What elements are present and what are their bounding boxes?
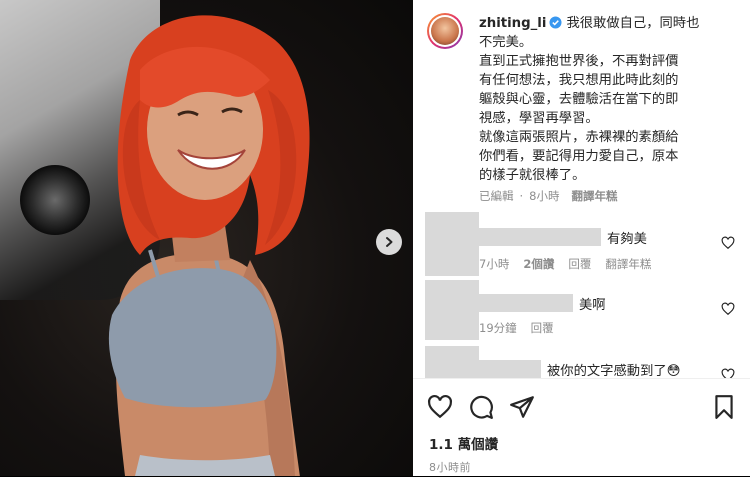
comment-translate-link[interactable]: 翻譯年糕: [605, 257, 651, 271]
next-photo-button[interactable]: [376, 229, 402, 255]
instagram-post-window: zhiting_li 我很敢做自己，同時也 不完美。 直到正式擁抱世界後，不再對評…: [0, 0, 750, 476]
post-caption: zhiting_li 我很敢做自己，同時也 不完美。 直到正式擁抱世界後，不再對評…: [479, 14, 737, 185]
heart-icon[interactable]: [427, 394, 453, 420]
comment-text: 美啊: [579, 298, 606, 313]
author-avatar[interactable]: [427, 13, 463, 49]
chevron-right-icon: [386, 237, 393, 247]
posted-time: 8小時前: [429, 461, 471, 474]
comment-avatar-redacted[interactable]: [425, 346, 479, 378]
comment-time: 7小時: [479, 257, 510, 271]
comment-time: 19分鐘: [479, 321, 517, 335]
comment-username-redacted[interactable]: [479, 294, 573, 312]
caption-text: 我很敢做自己，同時也 不完美。 直到正式擁抱世界後，不再對評價 有任何想法，我只…: [479, 16, 700, 183]
comment-icon[interactable]: [468, 394, 494, 420]
woman-portrait: [108, 15, 310, 476]
post-photo: [0, 0, 413, 476]
comment-likes[interactable]: 2個讚: [523, 257, 554, 271]
comment-meta: 7小時 2個讚 回覆 翻譯年糕: [479, 256, 665, 272]
comment-meta: 19分鐘 回覆: [479, 320, 568, 336]
comment-avatar-redacted[interactable]: [425, 280, 479, 340]
share-icon[interactable]: [509, 394, 535, 420]
bookmark-icon[interactable]: [711, 394, 737, 420]
likes-count[interactable]: 1.1 萬個讚: [429, 433, 498, 453]
comment-text: 有夠美: [607, 232, 647, 247]
comment-text: 被你的文字感動到了😳: [547, 364, 681, 378]
post-details-panel: zhiting_li 我很敢做自己，同時也 不完美。 直到正式擁抱世界後，不再對評…: [413, 0, 750, 476]
comment-like-icon[interactable]: [721, 302, 735, 316]
comment-reply-button[interactable]: 回覆: [531, 321, 554, 335]
post-action-bar: 1.1 萬個讚 8小時前: [413, 378, 750, 477]
comment-reply-button[interactable]: 回覆: [568, 257, 591, 271]
caption-translate-link[interactable]: 翻譯年糕: [571, 189, 617, 203]
comment-avatar-redacted[interactable]: [425, 212, 479, 276]
comment-like-icon[interactable]: [721, 236, 735, 250]
comments-list: 有夠美 7小時 2個讚 回覆 翻譯年糕 美啊 19分鐘 回覆 被你的文字感動到了…: [413, 212, 750, 378]
comment-username-redacted[interactable]: [479, 360, 541, 378]
comment-like-icon[interactable]: [721, 368, 735, 378]
author-username[interactable]: zhiting_li: [479, 16, 546, 31]
edited-label: 已編輯: [479, 189, 514, 203]
caption-time: 8小時: [529, 189, 560, 203]
comment-username-redacted[interactable]: [479, 228, 601, 246]
caption-meta: 已編輯 · 8小時 翻譯年糕: [479, 189, 618, 203]
verified-badge-icon: [549, 16, 562, 29]
author-avatar-image: [431, 17, 459, 45]
